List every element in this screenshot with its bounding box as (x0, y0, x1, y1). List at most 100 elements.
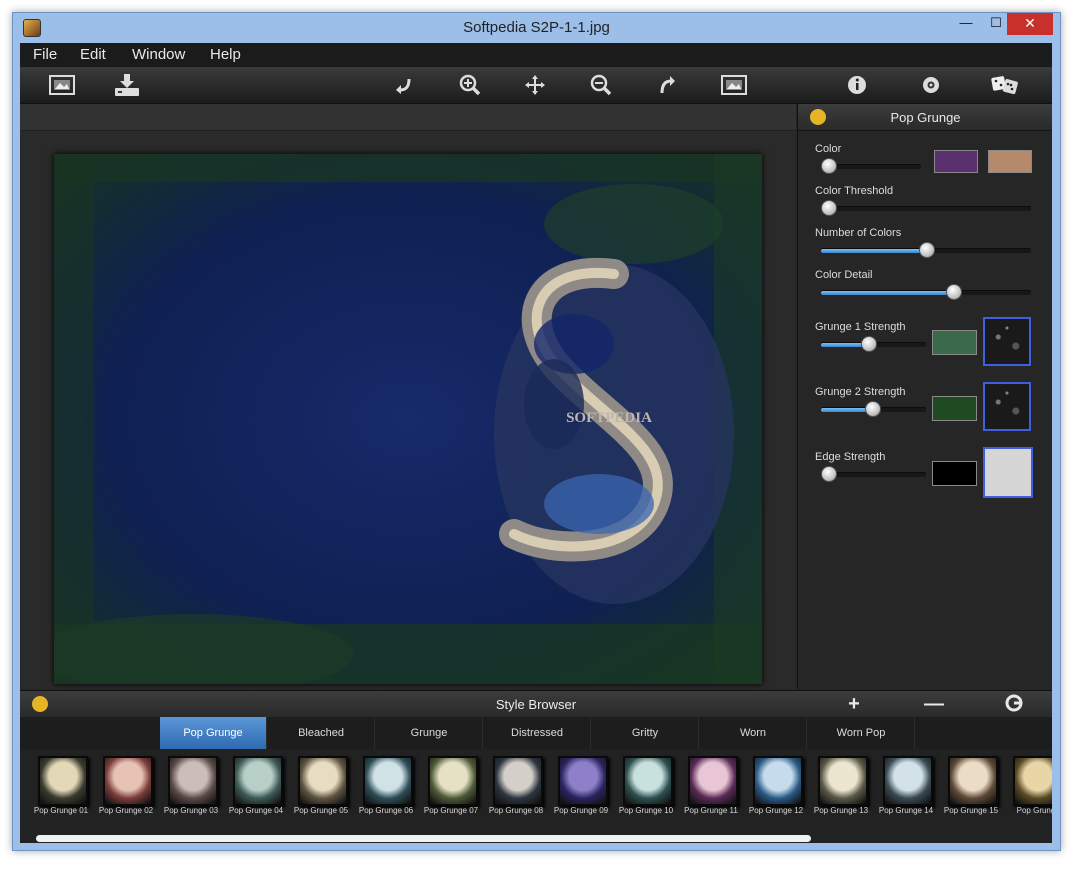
style-thumbnail-image (623, 756, 673, 806)
style-thumbnail[interactable]: Pop Grunge 14 (874, 753, 938, 831)
pan-button[interactable] (520, 71, 550, 99)
grunge-1-color-swatch[interactable] (932, 330, 977, 355)
info-button[interactable] (842, 71, 872, 99)
settings-panel: Pop Grunge Color Color Threshold Number … (797, 104, 1052, 689)
client-area: File Edit Window Help SOFTPEDIA Pop Grun… (20, 43, 1052, 843)
grunge-1-texture[interactable] (983, 317, 1031, 366)
style-thumbnail-label: Pop Grunge 13 (813, 806, 869, 815)
color-detail-label: Color Detail (815, 269, 873, 281)
style-thumbnail[interactable]: Pop Grunge 12 (744, 753, 808, 831)
style-tabs: Pop Grunge Bleached Grunge Distressed Gritty… (20, 717, 1052, 749)
menu-help[interactable]: Help (210, 46, 241, 63)
style-thumbnail-image (168, 756, 218, 806)
image-canvas[interactable]: SOFTPEDIA (54, 154, 762, 684)
tab-gritty[interactable]: Gritty (592, 717, 699, 749)
grunge-2-strength-slider[interactable] (821, 401, 926, 417)
edge-strength-slider[interactable] (821, 466, 926, 482)
style-thumbnail[interactable]: Pop Grunge 03 (159, 753, 223, 831)
tab-worn-pop[interactable]: Worn Pop (808, 717, 915, 749)
menu-edit[interactable]: Edit (80, 46, 106, 63)
style-thumbnail[interactable]: Pop Grunge 15 (939, 753, 1003, 831)
tab-bleached[interactable]: Bleached (268, 717, 375, 749)
style-thumbnail-label: Pop Grunge 08 (488, 806, 544, 815)
color-swatch-2[interactable] (988, 150, 1032, 173)
edge-texture[interactable] (983, 447, 1033, 498)
style-browser-header: Style Browser + — (20, 691, 1052, 718)
grunge-2-texture[interactable] (983, 382, 1031, 431)
thumbnail-scrollbar[interactable] (36, 835, 812, 842)
style-thumbnail-label: Pop Grunge 04 (228, 806, 284, 815)
tab-worn[interactable]: Worn (700, 717, 807, 749)
color-detail-slider[interactable] (821, 284, 1031, 300)
color-threshold-thumb[interactable] (821, 200, 837, 216)
dice-icon (991, 76, 1018, 95)
color-label: Color (815, 143, 842, 155)
fit-image-icon (721, 75, 747, 95)
grunge-1-thumb[interactable] (861, 336, 878, 352)
style-thumbnail[interactable]: Pop Grunge 07 (419, 753, 483, 831)
fit-image-button[interactable] (719, 71, 749, 99)
style-thumbnail[interactable]: Pop Grunge 08 (484, 753, 548, 831)
color-slider-thumb[interactable] (821, 158, 837, 174)
style-thumbnail[interactable]: Pop Grunge 02 (94, 753, 158, 831)
color-detail-thumb[interactable] (946, 284, 963, 300)
style-thumbnail[interactable]: Pop Grunge 11 (679, 753, 743, 831)
settings-icon (923, 77, 939, 93)
randomize-button[interactable] (990, 71, 1020, 99)
zoom-in-icon (459, 74, 481, 96)
style-thumbnail-label: Pop Grunge 06 (358, 806, 414, 815)
grunge-1-strength-slider[interactable] (821, 336, 926, 352)
number-of-colors-slider[interactable] (821, 242, 1031, 258)
panel-title: Pop Grunge (890, 110, 961, 125)
tab-distressed[interactable]: Distressed (484, 717, 591, 749)
remove-style-button[interactable]: — (923, 694, 945, 714)
zoom-out-button[interactable] (586, 71, 616, 99)
style-thumbnail-image (883, 756, 933, 806)
open-image-button[interactable] (47, 71, 77, 99)
style-thumbnail-image (948, 756, 998, 806)
tab-grunge[interactable]: Grunge (376, 717, 483, 749)
style-thumbnail-label: Pop Grunge 01 (33, 806, 89, 815)
color-swatch-1[interactable] (934, 150, 978, 173)
style-thumbnail[interactable]: Pop Grunge 09 (549, 753, 613, 831)
grunge-2-thumb[interactable] (865, 401, 882, 417)
zoom-in-button[interactable] (455, 71, 485, 99)
settings-button[interactable] (916, 71, 946, 99)
style-thumbnail-image (753, 756, 803, 806)
style-thumbnail[interactable]: Pop Grunge 05 (289, 753, 353, 831)
plus-icon: + (848, 693, 860, 715)
rotate-left-button[interactable] (389, 71, 419, 99)
image-watermark: SOFTPEDIA (566, 410, 652, 426)
style-thumbnail-image (818, 756, 868, 806)
style-thumbnail-label: Pop Grunge 02 (98, 806, 154, 815)
reset-style-button[interactable] (1003, 694, 1025, 714)
edge-strength-thumb[interactable] (821, 466, 837, 482)
color-threshold-slider[interactable] (821, 200, 1031, 216)
style-thumbnail-label: Pop Grunge 09 (553, 806, 609, 815)
color-slider[interactable] (821, 158, 921, 174)
tab-pop-grunge[interactable]: Pop Grunge (160, 717, 267, 749)
edge-color-swatch[interactable] (932, 461, 977, 486)
style-thumbnail[interactable]: Pop Grunge 04 (224, 753, 288, 831)
style-thumbnail[interactable]: Pop Grunge 10 (614, 753, 678, 831)
title-bar[interactable]: Softpedia S2P-1-1.jpg — ☐ ✕ (13, 13, 1060, 43)
minimize-button[interactable]: — (951, 13, 981, 35)
number-of-colors-thumb[interactable] (919, 242, 935, 258)
rotate-right-button[interactable] (652, 71, 682, 99)
menu-window[interactable]: Window (132, 46, 185, 63)
edge-strength-label: Edge Strength (815, 451, 886, 463)
menu-file[interactable]: File (33, 46, 57, 63)
grunge-2-color-swatch[interactable] (932, 396, 977, 421)
save-button[interactable] (112, 71, 142, 99)
add-style-button[interactable]: + (843, 694, 865, 714)
style-thumbnail[interactable]: Pop Grunge 06 (354, 753, 418, 831)
style-thumbnail-image (233, 756, 283, 806)
number-of-colors-fill (821, 249, 926, 253)
style-thumbnail[interactable]: Pop Grung (1004, 753, 1052, 831)
toolbar (20, 67, 1052, 104)
color-detail-fill (821, 291, 954, 295)
pan-icon (525, 75, 545, 95)
close-button[interactable]: ✕ (1007, 13, 1053, 35)
style-thumbnail[interactable]: Pop Grunge 13 (809, 753, 873, 831)
style-thumbnail[interactable]: Pop Grunge 01 (29, 753, 93, 831)
